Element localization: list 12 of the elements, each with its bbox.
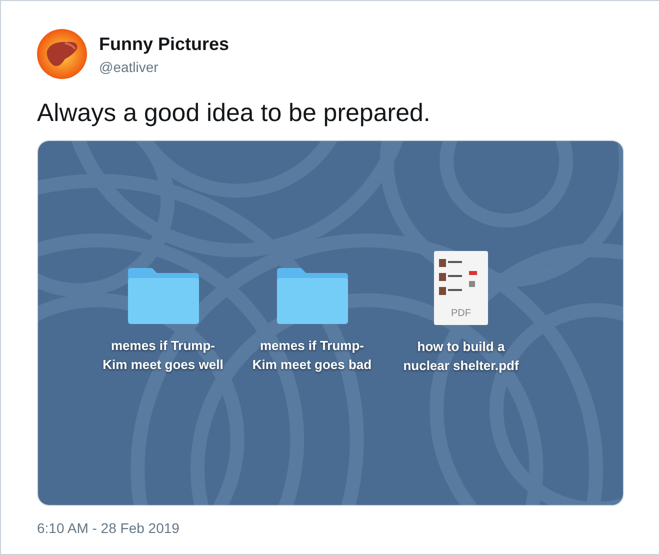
file-name[interactable]: memes if Trump-Kim meet goes bad — [248, 336, 376, 374]
author-handle[interactable]: @eatliver — [99, 58, 230, 74]
author-name[interactable]: Funny Pictures — [99, 34, 230, 54]
folder-icon[interactable] — [126, 267, 200, 324]
file-type-label: PDF — [451, 308, 471, 319]
pdf-file-icon[interactable]: PDF — [434, 251, 488, 325]
folder-icon[interactable] — [275, 267, 349, 324]
tweet-text: Always a good idea to be prepared. — [37, 99, 432, 128]
file-name[interactable]: memes if Trump-Kim meet goes well — [100, 336, 226, 374]
avatar-icon[interactable] — [37, 29, 87, 79]
file-name[interactable]: how to build a nuclear shelter.pdf — [398, 337, 524, 375]
timestamp[interactable]: 6:10 AM - 28 Feb 2019 — [37, 520, 623, 536]
